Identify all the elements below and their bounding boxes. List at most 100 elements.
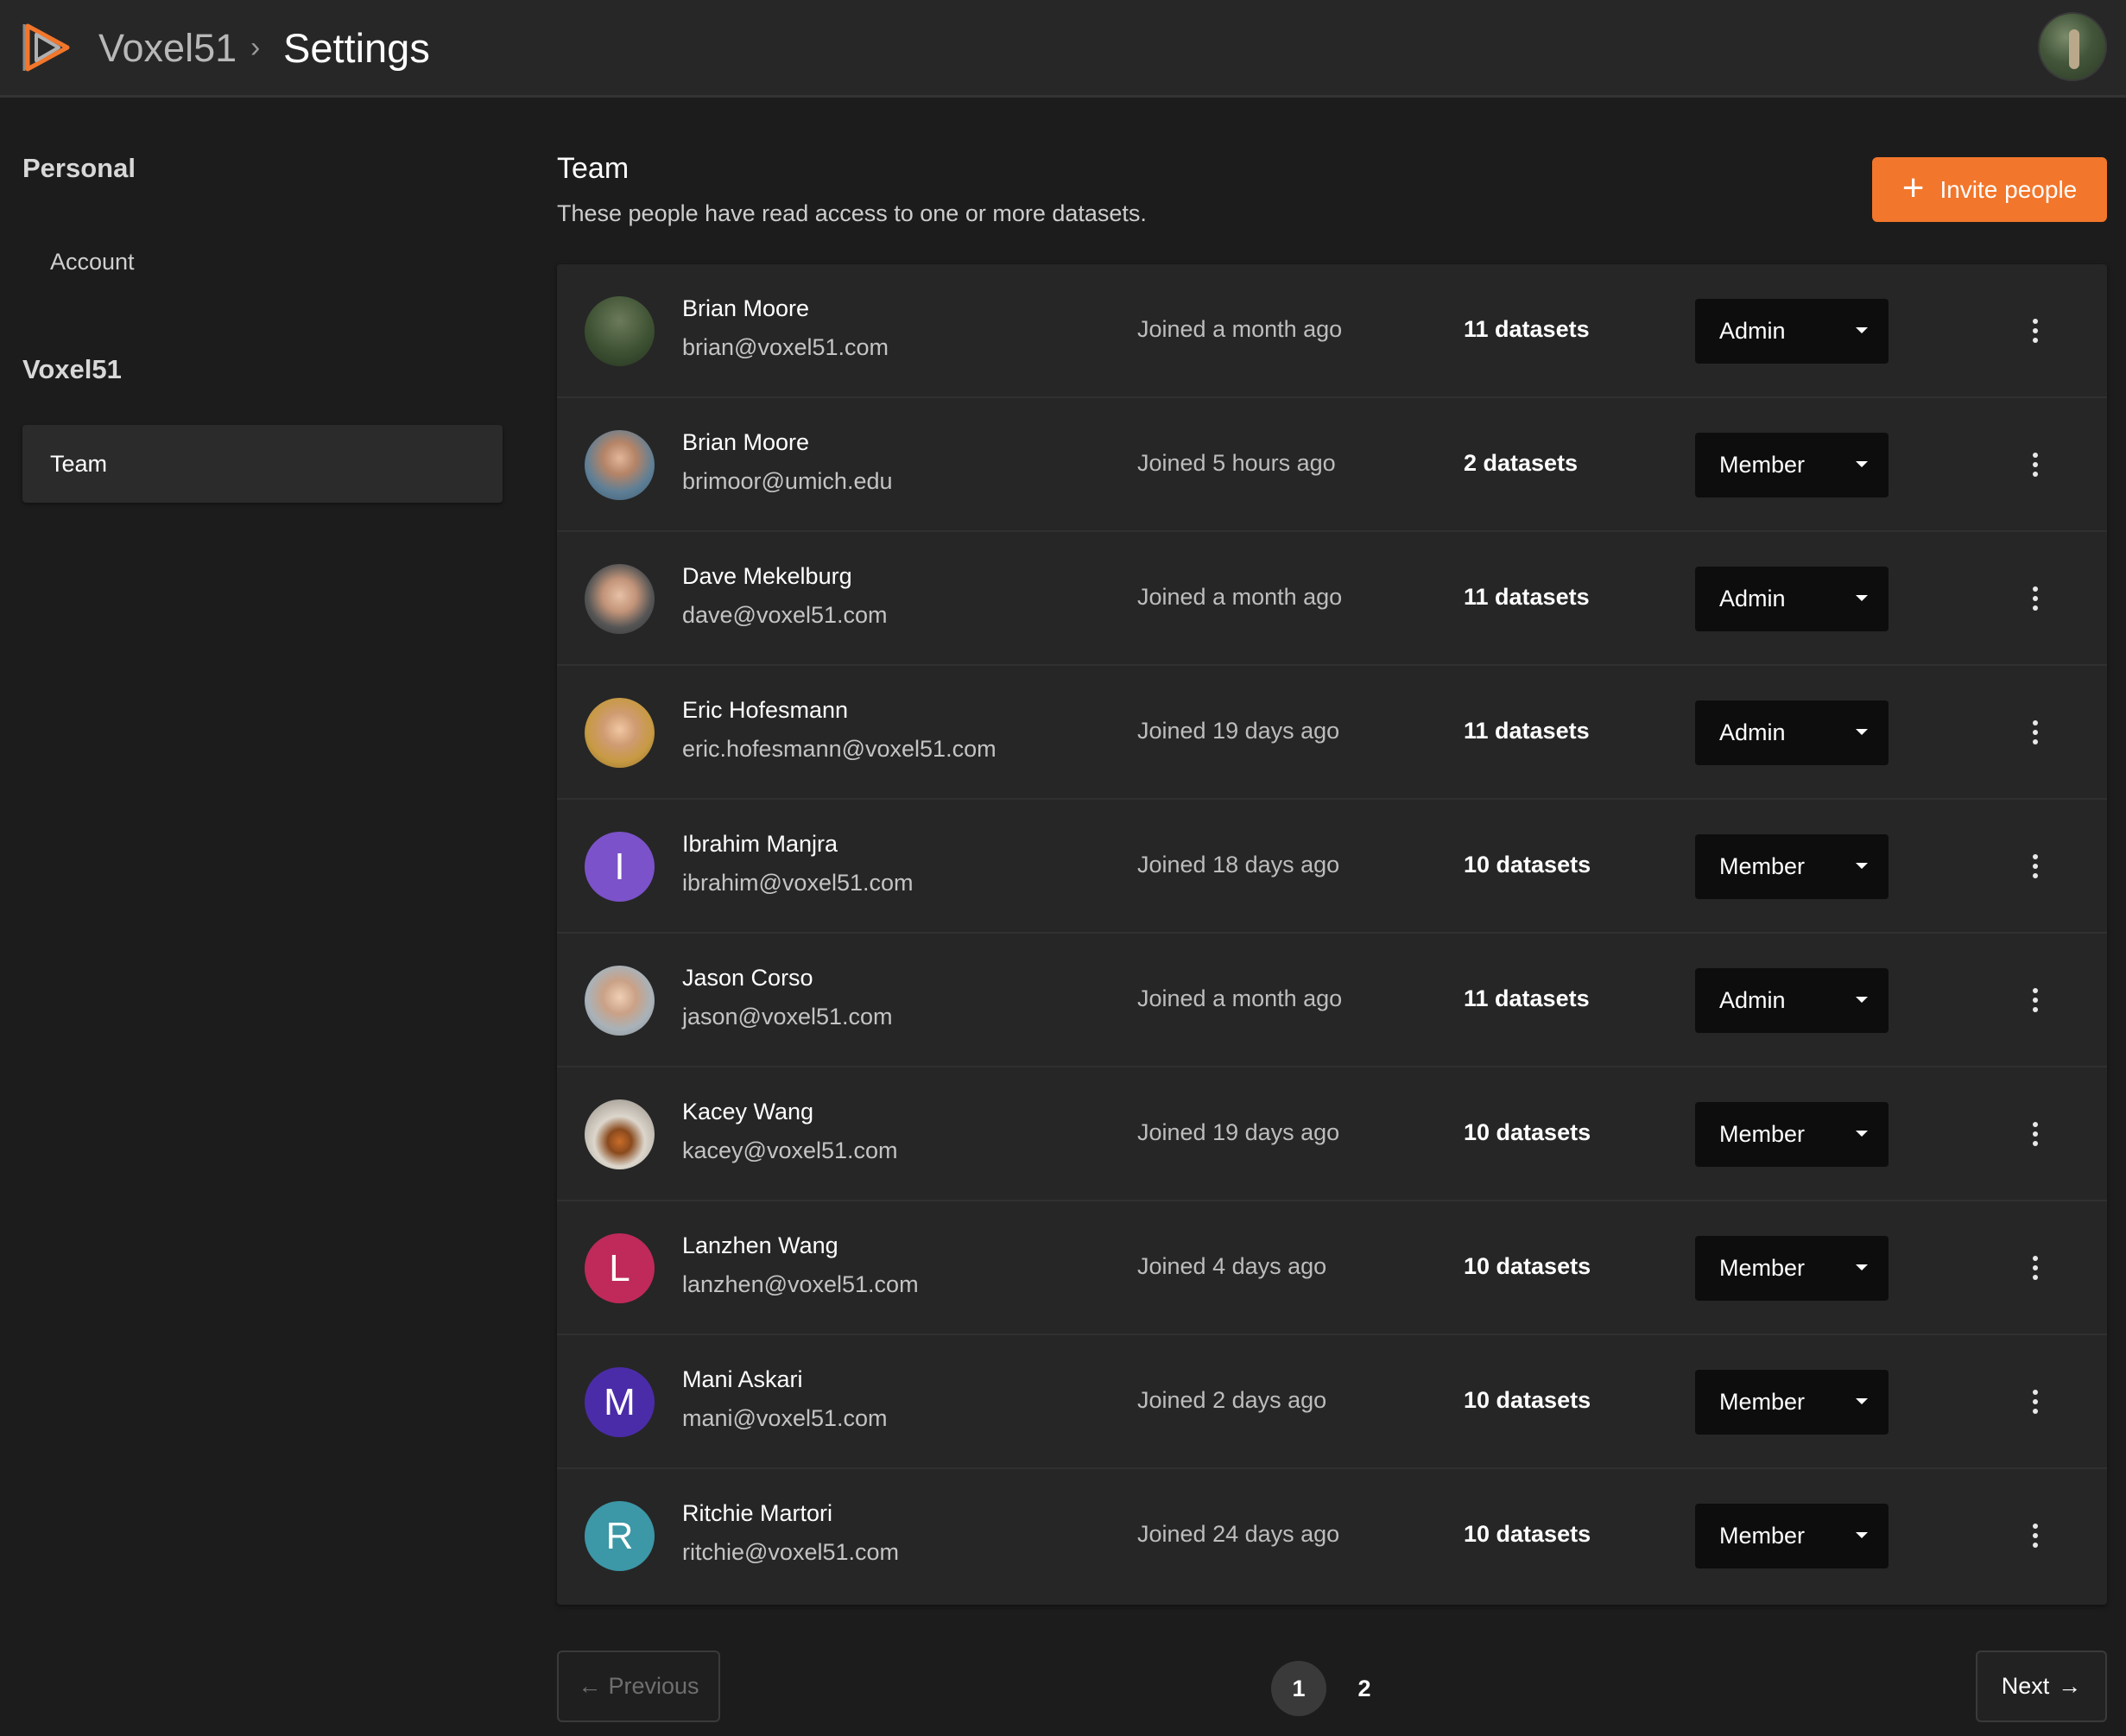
arrow-right-icon: → — [2058, 1673, 2082, 1699]
member-name: Kacey Wang — [682, 1099, 814, 1125]
avatar: I — [585, 832, 655, 902]
page-title: Settings — [283, 25, 430, 71]
voxel51-logo-icon[interactable] — [21, 21, 74, 74]
role-value: Member — [1719, 1255, 1806, 1281]
more-options-icon[interactable] — [2016, 580, 2054, 618]
page-button-1[interactable]: 1 — [1271, 1661, 1326, 1716]
joined-date: Joined 4 days ago — [1137, 1253, 1327, 1279]
table-row: R Ritchie Martori ritchie@voxel51.com Jo… — [557, 1469, 2107, 1603]
dataset-count: 11 datasets — [1464, 584, 1590, 610]
avatar — [585, 966, 655, 1036]
team-table: Brian Moore brian@voxel51.com Joined a m… — [557, 264, 2107, 1605]
avatar — [585, 564, 655, 634]
joined-date: Joined a month ago — [1137, 985, 1343, 1011]
avatar: M — [585, 1367, 655, 1437]
sidebar-item-account[interactable]: Account — [22, 223, 503, 301]
page-button-2[interactable]: 2 — [1337, 1661, 1392, 1716]
invite-people-label: Invite people — [1939, 175, 2078, 203]
role-value: Member — [1719, 1121, 1806, 1147]
role-value: Admin — [1719, 987, 1786, 1013]
avatar: L — [585, 1233, 655, 1303]
caret-down-icon — [1856, 1532, 1868, 1538]
caret-down-icon — [1856, 327, 1868, 333]
joined-date: Joined a month ago — [1137, 316, 1343, 342]
role-select[interactable]: Admin — [1695, 700, 1889, 765]
avatar — [585, 296, 655, 366]
more-options-icon[interactable] — [2016, 1249, 2054, 1287]
member-name: Jason Corso — [682, 965, 813, 991]
next-page-button[interactable]: Next → — [1976, 1650, 2107, 1722]
dataset-count: 11 datasets — [1464, 985, 1590, 1011]
member-email: eric.hofesmann@voxel51.com — [682, 736, 997, 762]
role-select[interactable]: Admin — [1695, 567, 1889, 631]
invite-people-button[interactable]: + Invite people — [1872, 157, 2107, 222]
caret-down-icon — [1856, 729, 1868, 735]
more-options-icon[interactable] — [2016, 1115, 2054, 1153]
more-options-icon[interactable] — [2016, 446, 2054, 484]
caret-down-icon — [1856, 1264, 1868, 1270]
previous-page-button[interactable]: ← Previous — [557, 1650, 720, 1722]
member-email: brian@voxel51.com — [682, 334, 889, 360]
table-row: Eric Hofesmann eric.hofesmann@voxel51.co… — [557, 666, 2107, 800]
role-value: Member — [1719, 1523, 1806, 1549]
role-select[interactable]: Member — [1695, 1236, 1889, 1301]
avatar — [585, 698, 655, 768]
caret-down-icon — [1856, 1131, 1868, 1137]
member-email: ibrahim@voxel51.com — [682, 870, 914, 896]
more-options-icon[interactable] — [2016, 981, 2054, 1019]
member-name: Ritchie Martori — [682, 1500, 833, 1526]
next-label: Next — [2001, 1673, 2050, 1699]
role-select[interactable]: Admin — [1695, 299, 1889, 364]
section-title: Team — [557, 152, 630, 185]
member-name: Lanzhen Wang — [682, 1232, 838, 1258]
plus-icon: + — [1901, 166, 1925, 209]
caret-down-icon — [1856, 1398, 1868, 1404]
member-email: kacey@voxel51.com — [682, 1137, 898, 1163]
member-email: mani@voxel51.com — [682, 1405, 888, 1431]
user-avatar[interactable] — [2038, 12, 2107, 81]
table-row: M Mani Askari mani@voxel51.com Joined 2 … — [557, 1335, 2107, 1469]
avatar: R — [585, 1501, 655, 1571]
more-options-icon[interactable] — [2016, 312, 2054, 350]
more-options-icon[interactable] — [2016, 847, 2054, 885]
chevron-right-icon: › — [250, 31, 261, 64]
member-name: Brian Moore — [682, 429, 810, 455]
sidebar-item-team[interactable]: Team — [22, 425, 503, 503]
role-select[interactable]: Member — [1695, 834, 1889, 899]
dataset-count: 10 datasets — [1464, 1387, 1591, 1413]
table-row: Dave Mekelburg dave@voxel51.com Joined a… — [557, 532, 2107, 666]
dataset-count: 10 datasets — [1464, 1119, 1591, 1145]
joined-date: Joined 2 days ago — [1137, 1387, 1327, 1413]
dataset-count: 10 datasets — [1464, 852, 1591, 878]
role-select[interactable]: Member — [1695, 1102, 1889, 1167]
sidebar-section-personal: Personal — [22, 153, 136, 183]
member-name: Mani Askari — [682, 1366, 803, 1392]
previous-label: Previous — [608, 1673, 699, 1699]
role-select[interactable]: Member — [1695, 433, 1889, 497]
more-options-icon[interactable] — [2016, 1517, 2054, 1555]
role-select[interactable]: Member — [1695, 1370, 1889, 1435]
dataset-count: 11 datasets — [1464, 316, 1590, 342]
breadcrumb-org[interactable]: Voxel51 — [98, 26, 237, 71]
caret-down-icon — [1856, 595, 1868, 601]
member-name: Dave Mekelburg — [682, 563, 852, 589]
table-row: Kacey Wang kacey@voxel51.com Joined 19 d… — [557, 1068, 2107, 1201]
member-email: jason@voxel51.com — [682, 1004, 893, 1030]
more-options-icon[interactable] — [2016, 713, 2054, 751]
more-options-icon[interactable] — [2016, 1383, 2054, 1421]
role-value: Member — [1719, 1389, 1806, 1415]
role-select[interactable]: Admin — [1695, 968, 1889, 1033]
role-value: Admin — [1719, 318, 1786, 344]
table-row: Brian Moore brimoor@umich.edu Joined 5 h… — [557, 398, 2107, 532]
role-select[interactable]: Member — [1695, 1504, 1889, 1568]
joined-date: Joined 24 days ago — [1137, 1521, 1340, 1547]
role-value: Admin — [1719, 719, 1786, 745]
member-email: ritchie@voxel51.com — [682, 1539, 900, 1565]
member-email: brimoor@umich.edu — [682, 468, 893, 494]
avatar — [585, 1099, 655, 1169]
member-name: Brian Moore — [682, 295, 810, 321]
dataset-count: 10 datasets — [1464, 1253, 1591, 1279]
joined-date: Joined 5 hours ago — [1137, 450, 1336, 476]
avatar — [585, 430, 655, 500]
role-value: Member — [1719, 452, 1806, 478]
